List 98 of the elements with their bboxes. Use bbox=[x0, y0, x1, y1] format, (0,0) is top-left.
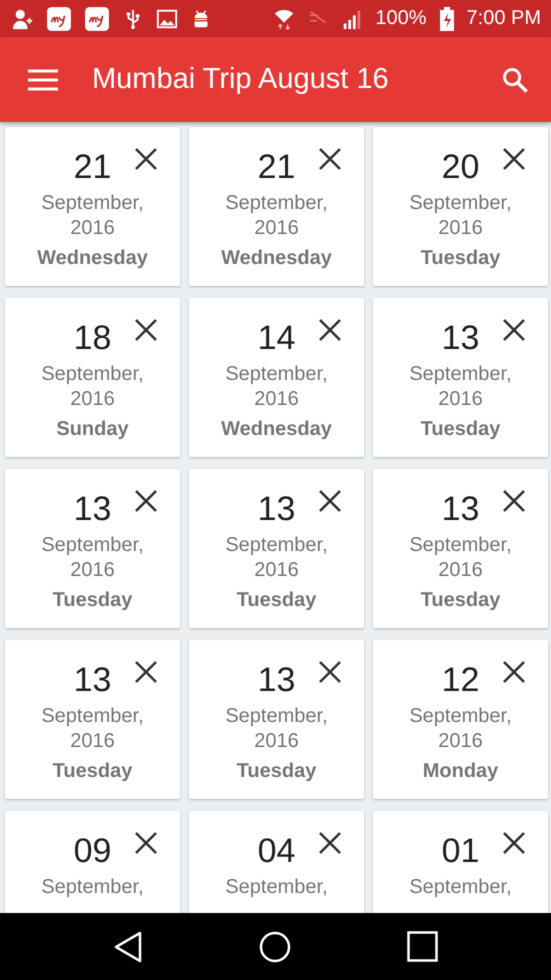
month-text: September, bbox=[409, 704, 512, 729]
battery-level: 100% bbox=[375, 7, 427, 30]
day-number: 21 bbox=[258, 147, 296, 187]
day-number: 14 bbox=[258, 318, 296, 358]
app-icon bbox=[46, 6, 72, 32]
close-button[interactable] bbox=[318, 318, 342, 342]
date-card[interactable]: 04 September, bbox=[189, 811, 364, 913]
close-button[interactable] bbox=[502, 831, 526, 855]
month-text: September, bbox=[225, 533, 328, 558]
weekday-text: Tuesday bbox=[420, 246, 500, 271]
month-text: September, bbox=[41, 704, 144, 729]
day-number: 13 bbox=[442, 489, 480, 529]
year-text: 2016 bbox=[438, 387, 483, 412]
year-text: 2016 bbox=[70, 387, 115, 412]
weekday-text: Monday bbox=[422, 759, 498, 784]
weekday-text: Wednesday bbox=[221, 417, 332, 442]
date-card[interactable]: 09 September, bbox=[5, 811, 180, 913]
close-button[interactable] bbox=[318, 147, 342, 171]
year-text: 2016 bbox=[70, 216, 115, 241]
battery-charging-icon bbox=[438, 6, 455, 30]
month-text: September, bbox=[225, 191, 328, 216]
month-text: September, bbox=[409, 191, 512, 216]
year-text: 2016 bbox=[438, 216, 483, 241]
year-text: 2016 bbox=[254, 387, 299, 412]
day-number: 18 bbox=[74, 318, 112, 358]
close-button[interactable] bbox=[502, 489, 526, 513]
app-title: Mumbai Trip August 16 bbox=[92, 63, 390, 96]
year-text: 2016 bbox=[438, 558, 483, 583]
date-card[interactable]: 13 September, 2016 Tuesday bbox=[189, 640, 364, 799]
year-text: 2016 bbox=[70, 558, 115, 583]
date-card[interactable]: 21 September, 2016 Wednesday bbox=[5, 127, 180, 286]
date-card[interactable]: 01 September, bbox=[373, 811, 548, 913]
close-button[interactable] bbox=[134, 489, 158, 513]
close-button[interactable] bbox=[134, 147, 158, 171]
day-number: 13 bbox=[258, 660, 296, 700]
month-text: September, bbox=[409, 875, 512, 900]
month-text: September, bbox=[225, 362, 328, 387]
year-text: 2016 bbox=[254, 216, 299, 241]
month-text: September, bbox=[41, 533, 144, 558]
weekday-text: Tuesday bbox=[236, 588, 316, 613]
year-text: 2016 bbox=[438, 729, 483, 754]
wifi-icon bbox=[273, 8, 296, 30]
day-number: 20 bbox=[442, 147, 480, 187]
add-contact-icon bbox=[12, 8, 34, 30]
day-number: 12 bbox=[442, 660, 480, 700]
month-text: September, bbox=[41, 875, 144, 900]
home-button[interactable] bbox=[259, 930, 291, 962]
date-card[interactable]: 20 September, 2016 Tuesday bbox=[373, 127, 548, 286]
weekday-text: Wednesday bbox=[221, 246, 332, 271]
weekday-text: Tuesday bbox=[52, 759, 132, 784]
month-text: September, bbox=[225, 704, 328, 729]
day-number: 13 bbox=[74, 660, 112, 700]
weekday-text: Tuesday bbox=[236, 759, 316, 784]
year-text: 2016 bbox=[254, 558, 299, 583]
day-number: 01 bbox=[442, 831, 480, 871]
date-card[interactable]: 13 September, 2016 Tuesday bbox=[373, 298, 548, 457]
back-button[interactable] bbox=[113, 930, 143, 962]
month-text: September, bbox=[41, 362, 144, 387]
menu-button[interactable] bbox=[28, 68, 58, 90]
month-text: September, bbox=[225, 875, 328, 900]
day-number: 13 bbox=[258, 489, 296, 529]
date-card[interactable]: 14 September, 2016 Wednesday bbox=[189, 298, 364, 457]
close-button[interactable] bbox=[134, 660, 158, 684]
date-card[interactable]: 21 September, 2016 Wednesday bbox=[189, 127, 364, 286]
day-number: 09 bbox=[74, 831, 112, 871]
year-text: 2016 bbox=[254, 729, 299, 754]
date-card[interactable]: 13 September, 2016 Tuesday bbox=[373, 469, 548, 628]
close-button[interactable] bbox=[502, 660, 526, 684]
date-card[interactable]: 13 September, 2016 Tuesday bbox=[189, 469, 364, 628]
date-card[interactable]: 13 September, 2016 Tuesday bbox=[5, 469, 180, 628]
close-button[interactable] bbox=[502, 147, 526, 171]
month-text: September, bbox=[41, 191, 144, 216]
image-icon bbox=[156, 8, 178, 30]
search-button[interactable] bbox=[501, 66, 529, 94]
month-text: September, bbox=[409, 533, 512, 558]
weekday-text: Wednesday bbox=[37, 246, 148, 271]
close-button[interactable] bbox=[134, 831, 158, 855]
close-button[interactable] bbox=[134, 318, 158, 342]
clock-time: 7:00 PM bbox=[466, 7, 541, 30]
close-button[interactable] bbox=[318, 489, 342, 513]
day-number: 21 bbox=[74, 147, 112, 187]
close-button[interactable] bbox=[318, 660, 342, 684]
day-number: 13 bbox=[442, 318, 480, 358]
weekday-text: Sunday bbox=[56, 417, 129, 442]
app-icon bbox=[84, 6, 110, 32]
day-number: 13 bbox=[74, 489, 112, 529]
weekday-text: Tuesday bbox=[420, 417, 500, 442]
month-text: September, bbox=[409, 362, 512, 387]
weekday-text: Tuesday bbox=[420, 588, 500, 613]
close-button[interactable] bbox=[502, 318, 526, 342]
date-card[interactable]: 13 September, 2016 Tuesday bbox=[5, 640, 180, 799]
close-button[interactable] bbox=[318, 831, 342, 855]
weekday-text: Tuesday bbox=[52, 588, 132, 613]
date-card[interactable]: 18 September, 2016 Sunday bbox=[5, 298, 180, 457]
recents-button[interactable] bbox=[407, 931, 438, 962]
day-number: 04 bbox=[258, 831, 296, 871]
date-card[interactable]: 12 September, 2016 Monday bbox=[373, 640, 548, 799]
year-text: 2016 bbox=[70, 729, 115, 754]
